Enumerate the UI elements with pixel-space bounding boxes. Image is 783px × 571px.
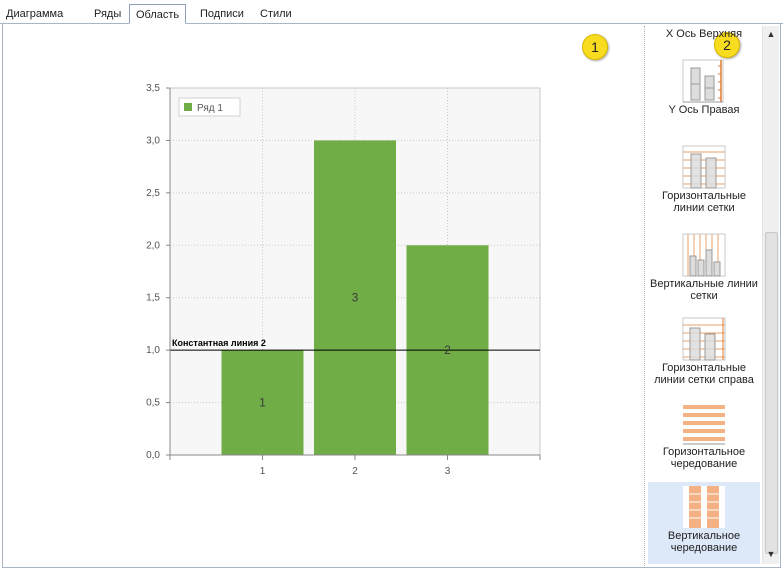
y-tick-label: 1,0	[146, 345, 160, 356]
horizontal-gridlines-right-icon	[682, 317, 726, 361]
option-horizontal-interlacing[interactable]: Горизонтальное чередование	[648, 400, 760, 480]
horizontal-interlacing-icon	[683, 402, 725, 445]
option-vertical-gridlines[interactable]: Вертикальные линии сетки	[648, 232, 760, 312]
option-vertical-interlacing[interactable]: Вертикальное чередование	[648, 482, 760, 564]
y-tick-label: 2,5	[146, 188, 160, 199]
x-tick-label: 2	[352, 466, 358, 477]
option-label: Y Ось Правая	[668, 104, 740, 116]
legend-swatch	[184, 103, 192, 111]
option-horizontal-gridlines-right[interactable]: Горизонтальные линии сетки справа	[648, 316, 760, 396]
legend-label: Ряд 1	[197, 103, 223, 114]
bar-data-label: 2	[444, 343, 451, 357]
option-x-axis-top[interactable]: X Ось Верхняя	[648, 28, 760, 42]
callout-marker-1: 1	[582, 34, 608, 60]
option-label: Вертикальные линии сетки	[650, 278, 758, 302]
bar-data-label: 1	[259, 396, 266, 410]
panel-divider	[644, 26, 645, 566]
scroll-down-icon[interactable]: ▼	[763, 546, 779, 562]
option-label: Горизонтальные линии сетки справа	[654, 362, 754, 386]
y-tick-label: 0,5	[146, 398, 160, 409]
vertical-interlacing-icon	[683, 486, 725, 528]
option-label: Вертикальное чередование	[667, 530, 741, 554]
y-tick-label: 3,0	[146, 135, 160, 146]
y-tick-label: 2,0	[146, 240, 160, 251]
horizontal-gridlines-icon	[682, 145, 726, 189]
scroll-up-icon[interactable]: ▲	[763, 26, 779, 42]
option-y-axis-right[interactable]: Y Ось Правая	[648, 58, 760, 132]
option-label: Горизонтальные линии сетки	[662, 190, 746, 214]
y-axis-right-icon	[682, 59, 724, 103]
chart: 0,0 0,5 1,0 1,5 2,0 2,5 3,0 3,5 Константная лини…	[146, 83, 541, 477]
y-tick-label: 0,0	[146, 450, 160, 461]
y-tick-label: 3,5	[146, 83, 160, 94]
option-label: Горизонтальное чередование	[662, 446, 746, 470]
vertical-gridlines-icon	[682, 233, 726, 277]
x-tick-label: 3	[445, 466, 451, 477]
panel-scrollbar[interactable]: ▲ ▼	[762, 26, 779, 564]
bar-data-label: 3	[352, 291, 359, 305]
option-label: X Ось Верхняя	[665, 28, 743, 40]
constant-line-label: Константная линия 2	[172, 338, 266, 348]
area-options-panel: X Ось Верхняя Y Ось Правая Горизонтальны…	[646, 26, 762, 566]
option-horizontal-gridlines[interactable]: Горизонтальные линии сетки	[648, 144, 760, 230]
chart-plot: 0,0 0,5 1,0 1,5 2,0 2,5 3,0 3,5 Константная лини…	[146, 83, 541, 477]
y-tick-label: 1,5	[146, 293, 160, 304]
x-tick-label: 1	[260, 466, 266, 477]
scroll-thumb[interactable]	[765, 232, 778, 554]
